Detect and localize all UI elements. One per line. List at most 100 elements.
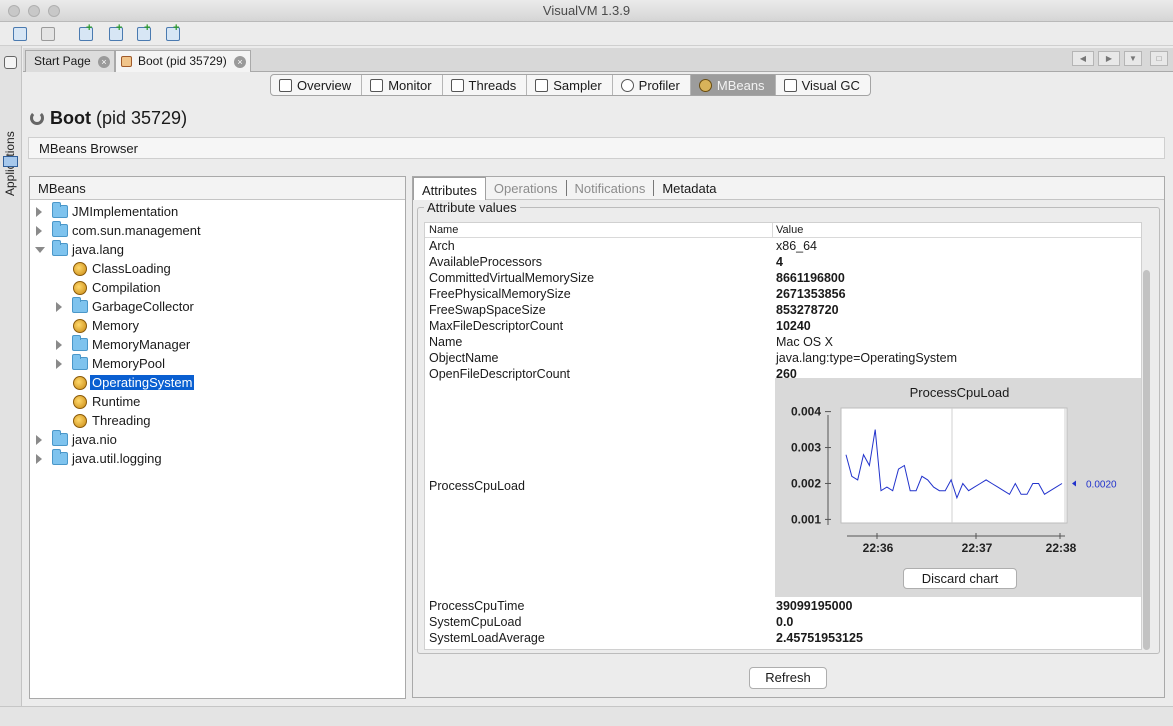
folder-icon [52, 449, 68, 465]
expand-icon[interactable] [56, 302, 62, 312]
mbean-details-panel: Attributes Operations Notifications Meta… [412, 176, 1165, 698]
tab-visual-gc[interactable]: Visual GC [776, 75, 870, 95]
tree-node-label: java.nio [72, 432, 117, 447]
vertical-scrollbar[interactable] [1141, 254, 1151, 650]
table-row[interactable]: Name Mac OS X [425, 335, 1141, 351]
discard-chart-button[interactable]: Discard chart [903, 568, 1017, 589]
tab-mbeans[interactable]: MBeans [690, 75, 776, 95]
add-snapshot-button[interactable]: + [134, 23, 154, 44]
document-tabs: Start Page × Boot (pid 35729) × ◀ ▶ ▼ □ [23, 48, 1173, 72]
tab-profiler[interactable]: Profiler [613, 75, 691, 95]
expand-icon[interactable] [36, 454, 42, 464]
close-icon[interactable]: × [234, 56, 246, 68]
tab-threads-label: Threads [468, 78, 517, 93]
tab-notifications[interactable]: Notifications [567, 180, 655, 196]
process-cpu-load-chart-cell: ProcessCpuLoad 0.004 0.003 0.002 0.001 22:36… [775, 378, 1141, 597]
tab-visual-gc-label: Visual GC [801, 78, 860, 93]
table-header: Name Value [425, 223, 1141, 238]
table-row[interactable]: Arch x86_64 [425, 239, 1141, 255]
visual-gc-icon [783, 79, 797, 92]
expand-icon[interactable] [56, 359, 62, 369]
add-remote-host-button[interactable]: + [106, 23, 126, 44]
attribute-name: MaxFileDescriptorCount [429, 319, 564, 333]
save-icon [41, 27, 55, 41]
close-icon[interactable]: × [98, 56, 110, 68]
expand-icon[interactable] [36, 207, 42, 217]
attribute-value: 39099195000 [776, 599, 853, 613]
mbean-icon [73, 281, 87, 295]
mbeans-tree-header: MBeans [30, 177, 405, 200]
table-row[interactable]: CommittedVirtualMemorySize 8661196800 [425, 271, 1141, 287]
folder-icon [72, 297, 88, 313]
show-opened-documents-button[interactable]: ▼ [1124, 51, 1142, 66]
minimize-panel-icon[interactable] [4, 56, 17, 69]
process-cpu-load-chart: 0.004 0.003 0.002 0.001 22:36 22:37 22:38 0.002… [791, 405, 1117, 555]
table-row[interactable]: FreeSwapSpaceSize 853278720 [425, 303, 1141, 319]
table-row[interactable]: AvailableProcessors 4 [425, 255, 1141, 271]
tab-mbeans-label: MBeans [716, 78, 765, 93]
tree-node-label-selected: OperatingSystem [90, 375, 195, 390]
folder-icon [52, 240, 68, 256]
page-title-app: Boot [50, 108, 91, 128]
tree-node-label: ClassLoading [92, 261, 171, 276]
attribute-name: Arch [429, 239, 455, 253]
attribute-values-title: Attribute values [424, 200, 520, 215]
save-button[interactable] [38, 24, 58, 44]
tab-boot-label: Boot (pid 35729) [138, 54, 227, 68]
table-row[interactable]: FreePhysicalMemorySize 2671353856 [425, 287, 1141, 303]
monitor-icon [370, 79, 384, 92]
collapse-icon[interactable] [35, 247, 45, 253]
expand-icon[interactable] [36, 226, 42, 236]
column-header-name[interactable]: Name [429, 224, 458, 236]
tab-sampler-label: Sampler [553, 78, 602, 93]
y-tick-label: 0.003 [791, 441, 821, 455]
tree-node-label: MemoryPool [92, 356, 165, 371]
mbeans-icon [698, 79, 712, 92]
attribute-name: CommittedVirtualMemorySize [429, 271, 595, 285]
applications-sidebar: Applications [0, 46, 22, 706]
mbean-icon [73, 414, 87, 428]
tree-node-label: Compilation [92, 280, 161, 295]
sampler-icon [535, 79, 549, 92]
folder-icon [72, 354, 88, 370]
table-row[interactable]: ObjectName java.lang:type=OperatingSystem [425, 351, 1141, 367]
add-core-dump-button[interactable]: + [163, 23, 183, 44]
mbean-subtabs: Attributes Operations Notifications Meta… [413, 177, 1164, 200]
profiler-icon [620, 79, 634, 92]
maximize-button[interactable]: □ [1150, 51, 1168, 66]
table-row[interactable]: ProcessCpuTime 39099195000 [425, 599, 1141, 615]
overview-icon [279, 79, 292, 92]
add-jmx-connection-button[interactable]: + [76, 23, 96, 44]
table-row[interactable]: SystemLoadAverage 2.45751953125 [425, 631, 1141, 647]
main-toolbar: + + + + [0, 22, 1173, 46]
scroll-tabs-left-button[interactable]: ◀ [1072, 51, 1094, 66]
expand-icon[interactable] [56, 340, 62, 350]
y-tick-label: 0.002 [791, 476, 821, 490]
current-value-marker [1072, 480, 1076, 487]
scroll-tabs-right-button[interactable]: ▶ [1098, 51, 1120, 66]
table-row[interactable]: SystemCpuLoad 0.0 [425, 615, 1141, 631]
tab-start-page[interactable]: Start Page × [25, 50, 115, 72]
mbean-icon [73, 319, 87, 333]
tab-overview[interactable]: Overview [271, 75, 363, 95]
load-snapshot-button[interactable] [10, 24, 30, 44]
applications-icon[interactable] [3, 156, 18, 167]
java-app-icon [121, 56, 132, 67]
table-row[interactable]: MaxFileDescriptorCount 10240 [425, 319, 1141, 335]
column-header-value[interactable]: Value [776, 224, 803, 236]
tab-threads[interactable]: Threads [443, 75, 528, 95]
scrollbar-thumb[interactable] [1143, 270, 1150, 650]
refresh-button[interactable]: Refresh [749, 667, 827, 689]
tab-metadata[interactable]: Metadata [654, 180, 724, 196]
tab-sampler[interactable]: Sampler [527, 75, 613, 95]
tab-operations[interactable]: Operations [486, 180, 567, 196]
tab-boot[interactable]: Boot (pid 35729) × [115, 50, 251, 72]
expand-icon[interactable] [36, 435, 42, 445]
attribute-name: ProcessCpuLoad [429, 479, 525, 493]
tree-node-label: Memory [92, 318, 139, 333]
tab-monitor[interactable]: Monitor [362, 75, 443, 95]
tab-attributes[interactable]: Attributes [413, 177, 486, 200]
mbean-icon [73, 376, 87, 390]
page-title-pid: (pid 35729) [96, 108, 188, 128]
tab-monitor-label: Monitor [388, 78, 432, 93]
